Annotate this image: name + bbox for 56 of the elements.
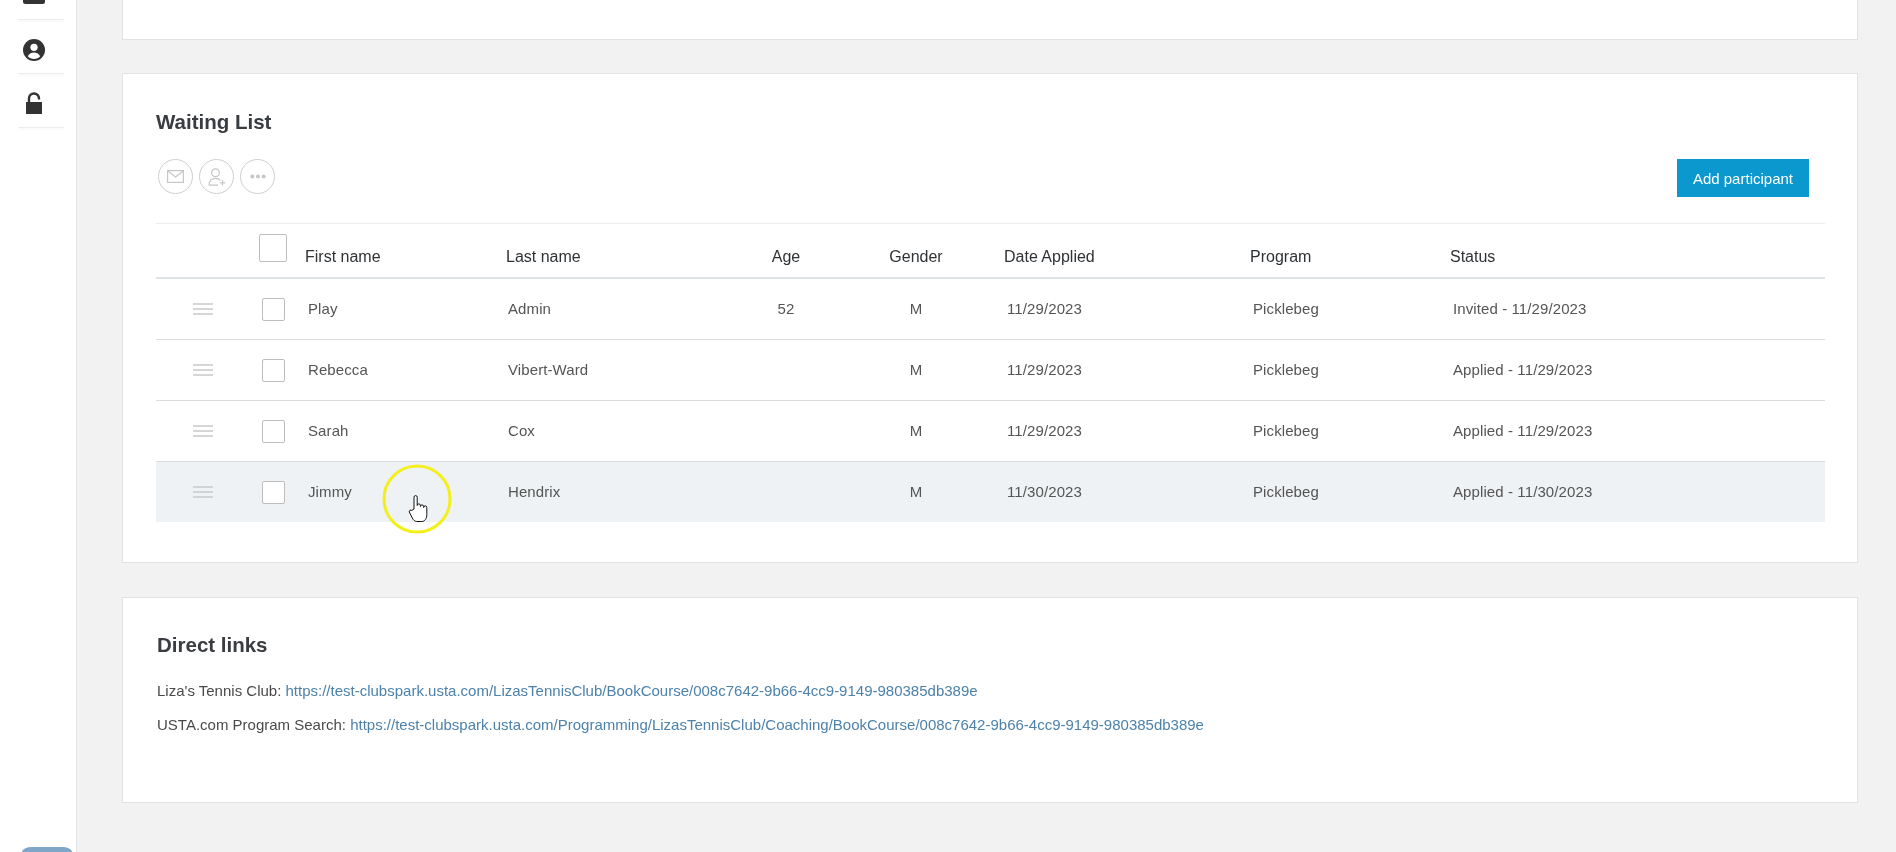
table-cell: 11/29/2023 xyxy=(1007,422,1082,440)
table-cell: Vibert-Ward xyxy=(508,361,589,379)
table-cell: 52 xyxy=(777,300,795,318)
envelope-icon xyxy=(167,170,184,183)
table-cell: Cox xyxy=(508,422,535,440)
course-link[interactable]: https://test-clubspark.usta.com/Programming/LizasTennisClub/Coaching/BookCourse/008c7642-9b66-4cc9-9149-980385db389e xyxy=(350,716,1204,733)
table-cell: Admin xyxy=(508,300,552,318)
tile-icon[interactable] xyxy=(23,0,45,4)
table-cell: Play xyxy=(308,300,338,318)
pill-button[interactable] xyxy=(22,847,72,852)
course-link[interactable]: https://test-clubspark.usta.com/LizasTennisClub/BookCourse/008c7642-9b66-4cc9-9149-980385db389e xyxy=(285,682,978,699)
link-label: Liza's Tennis Club: xyxy=(157,682,282,699)
drag-handle-icon[interactable] xyxy=(193,364,213,376)
table-cell: Picklebeg xyxy=(1253,300,1319,318)
table-cell: 11/30/2023 xyxy=(1007,483,1082,501)
column-header: Program xyxy=(1250,248,1312,266)
drag-handle-icon[interactable] xyxy=(193,425,213,437)
table-cell: Invited - 11/29/2023 xyxy=(1453,300,1587,318)
table-cell: Picklebeg xyxy=(1253,483,1319,501)
table-cell: M xyxy=(909,422,923,440)
table-cell: Applied - 11/29/2023 xyxy=(1453,361,1593,379)
open-lock-icon[interactable] xyxy=(26,92,42,114)
table-cell: Applied - 11/30/2023 xyxy=(1453,483,1593,501)
user-circle-icon[interactable] xyxy=(23,39,45,61)
table-cell: 11/29/2023 xyxy=(1007,300,1082,318)
table-cell: Rebecca xyxy=(308,361,368,379)
column-header: Gender xyxy=(889,248,943,266)
table-cell: Jimmy xyxy=(308,483,352,501)
table-cell: 11/29/2023 xyxy=(1007,361,1082,379)
row-checkbox[interactable] xyxy=(261,480,285,504)
column-header: Age xyxy=(771,248,801,266)
column-header: Date Applied xyxy=(1004,248,1095,266)
table-cell: Picklebeg xyxy=(1253,422,1319,440)
drag-handle-icon[interactable] xyxy=(193,486,213,498)
row-checkbox[interactable] xyxy=(261,297,285,321)
table-cell: Applied - 11/29/2023 xyxy=(1453,422,1593,440)
column-header: First name xyxy=(305,248,381,266)
section-title: Direct links xyxy=(157,633,268,657)
link-label: USTA.com Program Search: xyxy=(157,716,346,733)
ellipsis-icon xyxy=(249,174,266,179)
select-all-checkbox[interactable] xyxy=(259,234,287,262)
drag-handle-icon[interactable] xyxy=(193,303,213,315)
table-cell: Picklebeg xyxy=(1253,361,1319,379)
add-person-icon xyxy=(207,167,226,186)
pointer-cursor-icon xyxy=(382,464,452,534)
row-checkbox[interactable] xyxy=(261,419,285,443)
table-cell: M xyxy=(909,483,923,501)
row-checkbox[interactable] xyxy=(261,358,285,382)
add-participant-button[interactable]: Add participant xyxy=(1676,159,1809,197)
table-cell: Sarah xyxy=(308,422,349,440)
table-cell: M xyxy=(909,361,923,379)
column-header: Last name xyxy=(506,248,581,266)
section-title: Waiting List xyxy=(156,110,272,134)
table-cell: M xyxy=(909,300,923,318)
table-cell: Hendrix xyxy=(508,483,561,501)
column-header: Status xyxy=(1450,248,1496,266)
